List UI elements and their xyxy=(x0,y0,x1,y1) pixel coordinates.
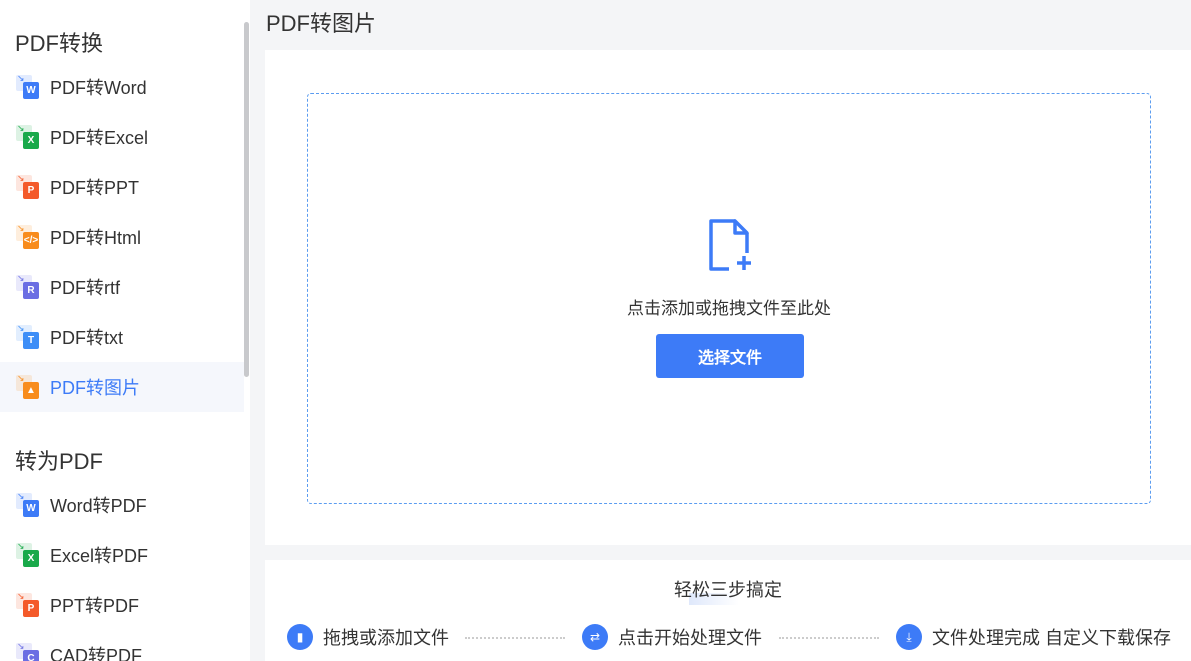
file-type-icon: ↘ W xyxy=(16,73,40,99)
process-icon: ⇄ xyxy=(582,624,608,650)
drop-hint: 点击添加或拖拽文件至此处 xyxy=(627,299,831,318)
steps-panel: 轻松三步搞定 ▮ 拖拽或添加文件 ⇄ 点击开始处理文件 ⤓ 文件处理完成 自定义下载保… xyxy=(265,560,1191,661)
sidebar-item[interactable]: ↘ R PDF转rtf xyxy=(0,262,244,312)
sidebar-item[interactable]: ↘ T PDF转txt xyxy=(0,312,244,362)
sidebar-item[interactable]: ↘ X Excel转PDF xyxy=(0,530,244,580)
sidebar-item-label: PDF转rtf xyxy=(50,278,120,298)
file-icon: ▮ xyxy=(287,624,313,650)
sidebar-scrollbar[interactable] xyxy=(244,22,249,377)
sidebar-item-label: PDF转txt xyxy=(50,328,124,348)
steps-title: 轻松三步搞定 xyxy=(674,580,782,600)
file-type-icon: ↘ C xyxy=(16,641,40,661)
section-title-to-pdf: 转为PDF xyxy=(15,449,104,474)
step-3: ⤓ 文件处理完成 自定义下载保存 xyxy=(896,624,1171,650)
sidebar-item-label: PDF转Excel xyxy=(50,128,149,148)
page-title: PDF转图片 xyxy=(266,11,377,36)
sidebar-item[interactable]: ↘ X PDF转Excel xyxy=(0,112,244,162)
file-type-icon: ↘ R xyxy=(16,273,40,299)
sidebar-item-label: PDF转PPT xyxy=(50,178,140,198)
sidebar-item[interactable]: ↘ W Word转PDF xyxy=(0,480,244,530)
file-type-icon: ↘ X xyxy=(16,123,40,149)
download-icon: ⤓ xyxy=(896,624,922,650)
sidebar-item-label: PDF转图片 xyxy=(50,378,140,398)
sidebar-item-label: Word转PDF xyxy=(50,496,147,516)
file-type-icon: ↘ P xyxy=(16,173,40,199)
sidebar-item-label: PPT转PDF xyxy=(50,596,140,616)
step-divider xyxy=(779,637,879,639)
sidebar-item-label: CAD转PDF xyxy=(50,646,143,661)
sidebar-item[interactable]: ↘ W PDF转Word xyxy=(0,62,244,112)
step-label: 拖拽或添加文件 xyxy=(323,628,449,648)
file-type-icon: ↘ T xyxy=(16,323,40,349)
step-label: 文件处理完成 自定义下载保存 xyxy=(932,628,1171,648)
upload-panel: 点击添加或拖拽文件至此处 选择文件 xyxy=(265,50,1191,545)
select-file-button[interactable]: 选择文件 xyxy=(656,334,804,378)
file-type-icon: ↘ P xyxy=(16,591,40,617)
file-type-icon: ↘ ▲ xyxy=(16,373,40,399)
sidebar-item[interactable]: ↘ ▲ PDF转图片 xyxy=(0,362,244,412)
file-drop-zone[interactable]: 点击添加或拖拽文件至此处 选择文件 xyxy=(307,93,1151,504)
sidebar-item-label: PDF转Word xyxy=(50,78,147,98)
step-divider xyxy=(465,637,565,639)
sidebar-item[interactable]: ↘ P PDF转PPT xyxy=(0,162,244,212)
sidebar-item-label: PDF转Html xyxy=(50,228,141,248)
step-label: 点击开始处理文件 xyxy=(618,628,762,648)
sidebar-item[interactable]: ↘ </> PDF转Html xyxy=(0,212,244,262)
section-title-pdf-convert: PDF转换 xyxy=(15,31,104,56)
sidebar: PDF转换 ↘ W PDF转Word ↘ X PDF转Excel ↘ P PDF转PPT ↘ </>… xyxy=(0,0,250,661)
step-1: ▮ 拖拽或添加文件 xyxy=(287,624,449,650)
file-type-icon: ↘ X xyxy=(16,541,40,567)
add-file-icon xyxy=(709,219,751,271)
sidebar-item-label: Excel转PDF xyxy=(50,546,149,566)
file-type-icon: ↘ W xyxy=(16,491,40,517)
file-type-icon: ↘ </> xyxy=(16,223,40,249)
sidebar-item[interactable]: ↘ P PPT转PDF xyxy=(0,580,244,630)
sidebar-item[interactable]: ↘ C CAD转PDF xyxy=(0,630,244,661)
step-2: ⇄ 点击开始处理文件 xyxy=(582,624,762,650)
